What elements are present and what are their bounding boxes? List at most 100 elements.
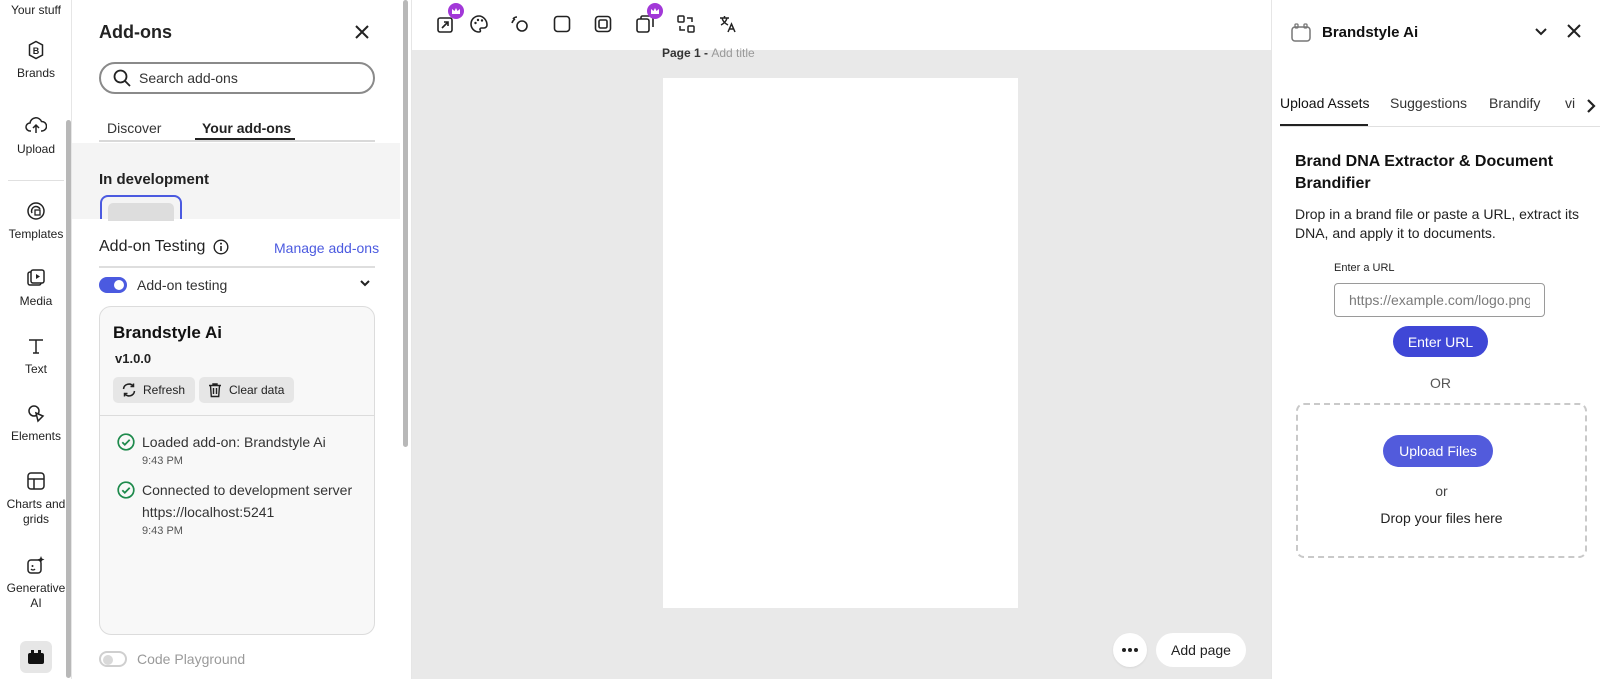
rail-item-label: Text [24,362,47,376]
tool-frame-button[interactable] [591,12,615,36]
refresh-label: Refresh [143,383,186,397]
addon-name: Brandstyle Ai [113,323,222,342]
brands-icon: B [28,40,44,60]
addon-testing-title: Add-on Testing [99,238,206,255]
addons-title: Add-ons [99,22,172,42]
square-icon [553,15,571,33]
rail-divider [8,180,64,181]
rail-item-upload[interactable]: Upload [0,116,72,157]
page-number: Page 1 - [662,46,709,60]
rail-item-elements[interactable]: Elements [0,403,72,444]
rail-scrollbar[interactable] [66,120,71,678]
chevron-down-icon[interactable] [359,277,371,289]
tab-partial[interactable]: vi [1565,95,1575,111]
addon-panel-title: Brandstyle Ai [1322,24,1419,41]
media-icon [27,269,45,286]
info-icon[interactable] [213,239,229,255]
url-input[interactable] [1334,283,1545,317]
chevron-right-icon [1586,99,1596,113]
add-page-button[interactable]: Add page [1156,633,1246,667]
premium-crown-icon [647,3,663,19]
rail-item-media[interactable]: Media [0,268,72,309]
rail-item-label: Charts and grids [6,497,66,526]
tab-upload-assets[interactable]: Upload Assets [1280,95,1370,111]
addon-panel-right: Brandstyle Ai Upload Assets Suggestions … [1271,0,1600,679]
upload-files-button[interactable]: Upload Files [1383,435,1493,467]
log-text: Connected to development server [142,482,353,498]
thumbnail-preview [108,203,174,221]
log-time: 9:43 PM [142,525,183,537]
rail-addons-button[interactable] [20,641,52,673]
chevron-down-icon[interactable] [1534,24,1548,38]
tool-palette-button[interactable] [467,12,491,36]
addons-tabs: Discover Your add-ons [99,118,375,142]
rail-item-label: Media [19,294,53,308]
close-icon[interactable] [1566,23,1582,39]
addon-description: Drop in a brand file or paste a URL, ext… [1295,206,1580,241]
success-check-icon [117,481,135,499]
url-label: Enter a URL [1334,262,1395,274]
rail-item-brands[interactable]: B Brands [0,40,72,81]
code-playground-label: Code Playground [137,651,246,667]
rail-item-templates[interactable]: Templates [0,201,72,242]
addon-heading: Brand DNA Extractor & Document Brandifie… [1295,153,1554,192]
rail-item-text[interactable]: Text [0,336,72,377]
active-tab-indicator [195,138,295,140]
addons-panel: Add-ons Discover Your add-ons In develop… [72,0,400,679]
tool-shape-button[interactable] [550,12,574,36]
rail-item-label: Brands [16,66,56,80]
file-dropzone[interactable]: Upload Files or Drop your files here [1296,403,1587,558]
palette-icon [470,15,488,33]
addon-testing-toggle[interactable] [99,277,127,293]
frame-icon [594,15,612,33]
text-icon [29,339,43,354]
rail-your-stuff[interactable]: Your stuff [0,3,72,17]
tab-suggestions[interactable]: Suggestions [1390,95,1467,111]
addons-scrollbar[interactable] [403,0,408,447]
premium-crown-icon [448,3,464,19]
tab-discover[interactable]: Discover [107,120,161,136]
trash-icon [209,383,221,398]
addons-close-button[interactable] [352,22,372,42]
canvas-area: Page 1 - Add title Add page [412,46,1271,679]
addon-card: Brandstyle Ai v1.0.0 Refresh Clear data … [99,306,375,635]
tool-swap-button[interactable] [674,12,698,36]
translate-icon [720,16,736,33]
left-rail: Your stuff B Brands Upload Templates Med… [0,0,72,679]
search-icon [113,69,131,87]
addons-search[interactable] [99,62,375,94]
page-title-input[interactable]: Add title [711,46,754,60]
refresh-button[interactable]: Refresh [113,377,196,403]
rail-item-label: Generative AI [6,581,66,610]
rail-item-generative-ai[interactable]: Generative AI [0,555,72,611]
dev-addon-thumbnail[interactable] [100,195,182,221]
search-input[interactable] [139,70,359,86]
tool-duplicate-button[interactable] [633,3,663,36]
code-playground-toggle[interactable] [99,651,127,667]
more-icon [1122,648,1138,652]
log-entry: Connected to development server https://… [117,479,352,539]
card-divider [100,415,374,416]
tool-animate-button[interactable] [508,12,532,36]
rail-item-label: Templates [8,227,64,241]
generative-ai-icon [27,556,45,574]
tab-your-addons[interactable]: Your add-ons [202,120,291,136]
charts-icon [27,472,45,490]
clear-data-button[interactable]: Clear data [199,377,295,403]
upload-icon [25,117,47,133]
document-page[interactable] [663,78,1018,608]
rail-item-charts[interactable]: Charts and grids [0,471,72,527]
tool-resize-button[interactable] [434,3,464,36]
top-toolbar [412,0,1271,50]
tab-brandify[interactable]: Brandify [1489,95,1540,111]
tabs-scroll-right-button[interactable] [1580,92,1600,120]
refresh-icon [122,383,136,397]
addon-app-icon [1291,23,1311,42]
code-playground-row: Code Playground [99,651,245,667]
manage-addons-link[interactable]: Manage add-ons [274,240,379,256]
tool-translate-button[interactable] [716,12,740,36]
enter-url-button[interactable]: Enter URL [1393,326,1488,357]
addon-testing-row: Add-on testing [99,274,375,296]
more-options-button[interactable] [1113,633,1147,667]
clear-data-label: Clear data [229,383,285,397]
